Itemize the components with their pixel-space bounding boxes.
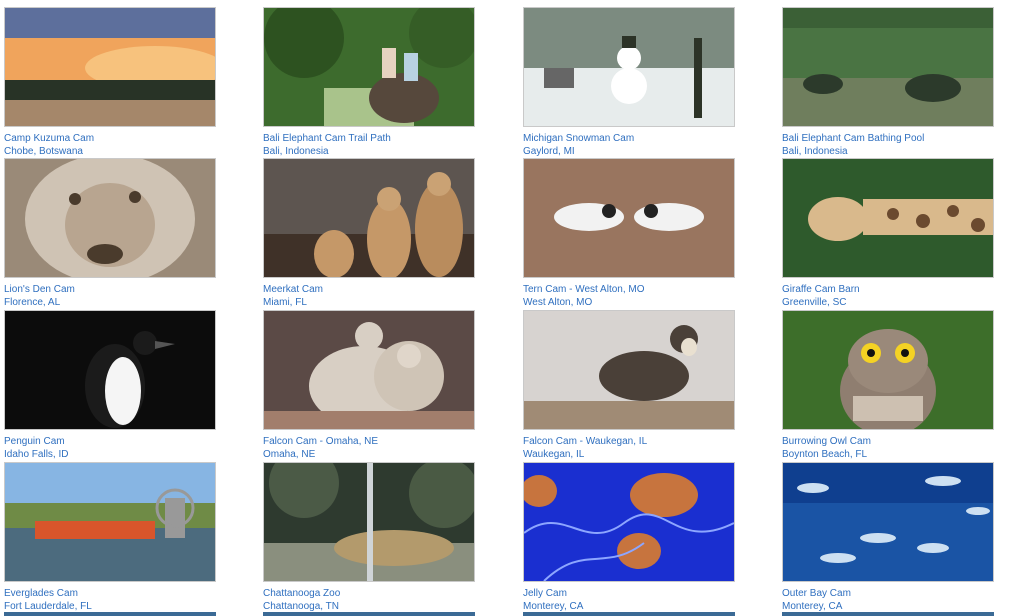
cam-location: Idaho Falls, ID [4, 449, 69, 460]
cam-title-link[interactable]: Michigan Snowman Cam [523, 132, 735, 145]
cam-location: Omaha, NE [263, 449, 316, 460]
tern-image[interactable] [523, 158, 735, 278]
cam-location: Greenville, SC [782, 297, 847, 308]
cam-location: Florence, AL [4, 297, 61, 308]
jellyfish-image[interactable] [523, 462, 735, 582]
cam-card[interactable]: Falcon Cam - Waukegan, IL Waukegan, IL [523, 310, 735, 461]
cam-card[interactable]: Bali Elephant Cam Trail Path Bali, Indone… [263, 7, 475, 158]
giraffe-image[interactable] [782, 158, 994, 278]
cam-card[interactable]: Falcon Cam - Omaha, NE Omaha, NE [263, 310, 475, 461]
cam-card[interactable]: Outer Bay Cam Monterey, CA [782, 462, 994, 613]
meerkat-image[interactable] [263, 158, 475, 278]
sunset-savanna-image[interactable] [4, 7, 216, 127]
cam-card[interactable]: Chattanooga Zoo Chattanooga, TN [263, 462, 475, 613]
cam-title-link[interactable]: Giraffe Cam Barn [782, 283, 994, 296]
cam-location: Chobe, Botswana [4, 146, 83, 157]
cam-card[interactable]: Tern Cam - West Alton, MO West Alton, MO [523, 158, 735, 309]
jungle-elephant-image[interactable] [263, 7, 475, 127]
cam-title-link[interactable]: Bali Elephant Cam Bathing Pool [782, 132, 994, 145]
next-row-thumb-edge[interactable] [523, 612, 735, 616]
cam-card[interactable]: Michigan Snowman Cam Gaylord, MI [523, 7, 735, 158]
cam-title-link[interactable]: Camp Kuzuma Cam [4, 132, 216, 145]
cam-title-link[interactable]: Outer Bay Cam [782, 587, 994, 600]
cam-location: Gaylord, MI [523, 146, 575, 157]
cam-title-link[interactable]: Tern Cam - West Alton, MO [523, 283, 735, 296]
cam-card[interactable]: Meerkat Cam Miami, FL [263, 158, 475, 309]
next-row-thumb-edge[interactable] [782, 612, 994, 616]
owl-image[interactable] [782, 310, 994, 430]
snowman-image[interactable] [523, 7, 735, 127]
cam-card[interactable]: Penguin Cam Idaho Falls, ID [4, 310, 216, 461]
cam-card[interactable]: Lion's Den Cam Florence, AL [4, 158, 216, 309]
cam-title-link[interactable]: Burrowing Owl Cam [782, 435, 994, 448]
penguin-image[interactable] [4, 310, 216, 430]
cam-card[interactable]: Everglades Cam Fort Lauderdale, FL [4, 462, 216, 613]
cam-title-link[interactable]: Falcon Cam - Waukegan, IL [523, 435, 735, 448]
cam-title-link[interactable]: Jelly Cam [523, 587, 735, 600]
falcon-image[interactable] [523, 310, 735, 430]
cam-location: Miami, FL [263, 297, 307, 308]
cam-title-link[interactable]: Meerkat Cam [263, 283, 475, 296]
cam-location: Waukegan, IL [523, 449, 585, 460]
cam-location: Bali, Indonesia [782, 146, 848, 157]
elephant-pool-image[interactable] [782, 7, 994, 127]
cam-card[interactable]: Giraffe Cam Barn Greenville, SC [782, 158, 994, 309]
cam-card[interactable]: Camp Kuzuma Cam Chobe, Botswana [4, 7, 216, 158]
cam-title-link[interactable]: Chattanooga Zoo [263, 587, 475, 600]
airboat-image[interactable] [4, 462, 216, 582]
next-row-thumb-edge[interactable] [4, 612, 216, 616]
cam-location: West Alton, MO [523, 297, 593, 308]
cam-grid: Camp Kuzuma Cam Chobe, Botswana Bali Elep… [0, 0, 1024, 616]
fish-school-image[interactable] [782, 462, 994, 582]
cam-card[interactable]: Jelly Cam Monterey, CA [523, 462, 735, 613]
cam-card[interactable]: Bali Elephant Cam Bathing Pool Bali, Indo… [782, 7, 994, 158]
next-row-thumb-edge[interactable] [263, 612, 475, 616]
cam-title-link[interactable]: Falcon Cam - Omaha, NE [263, 435, 475, 448]
cam-title-link[interactable]: Everglades Cam [4, 587, 216, 600]
cam-location: Bali, Indonesia [263, 146, 329, 157]
falcon-chicks-image[interactable] [263, 310, 475, 430]
lion-image[interactable] [4, 158, 216, 278]
cam-title-link[interactable]: Penguin Cam [4, 435, 216, 448]
cam-title-link[interactable]: Bali Elephant Cam Trail Path [263, 132, 475, 145]
cam-card[interactable]: Burrowing Owl Cam Boynton Beach, FL [782, 310, 994, 461]
zoo-habitat-image[interactable] [263, 462, 475, 582]
cam-location: Boynton Beach, FL [782, 449, 868, 460]
cam-title-link[interactable]: Lion's Den Cam [4, 283, 216, 296]
